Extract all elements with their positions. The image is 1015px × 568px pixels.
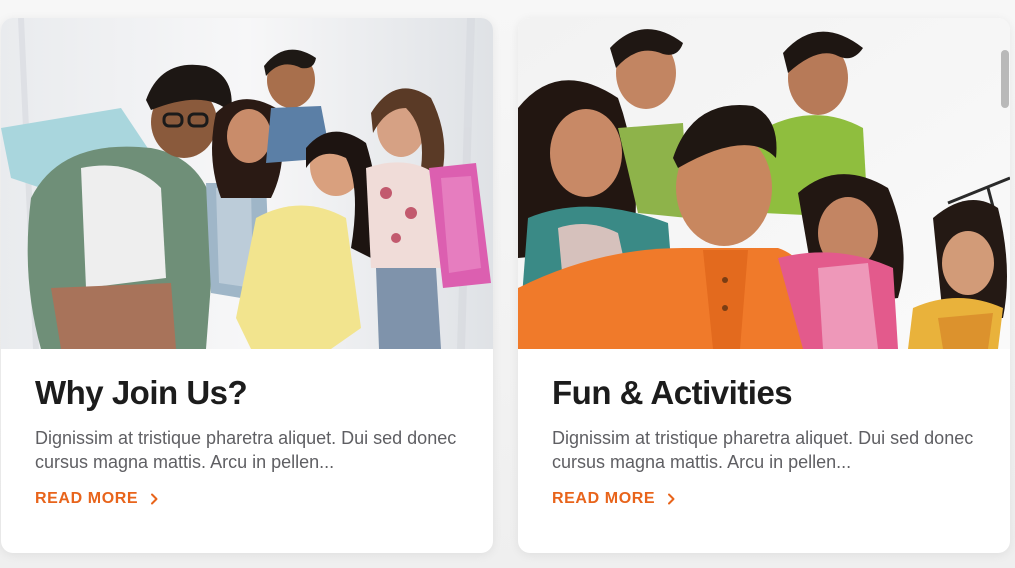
vertical-scrollbar[interactable] [1001,50,1009,112]
card-description: Dignissim at tristique pharetra aliquet.… [35,428,457,472]
card-image-group-photo[interactable] [1,18,493,349]
scrollbar-thumb[interactable] [1001,50,1009,108]
read-more-link[interactable]: READ MORE [552,490,677,508]
card-title: Why Join Us? [35,374,248,411]
read-more-link[interactable]: READ MORE [35,490,160,508]
chevron-right-icon [151,493,158,505]
card-why-join-us[interactable]: Why Join Us? Dignissim at tristique phar… [1,18,493,553]
card-fun-activities[interactable]: Fun & Activities Dignissim at tristique … [518,18,1010,553]
card-title: Fun & Activities [552,374,793,411]
card-description: Dignissim at tristique pharetra aliquet.… [552,428,974,472]
page: Why Join Us? Dignissim at tristique phar… [0,0,1015,568]
read-more-label: READ MORE [552,490,656,507]
read-more-label: READ MORE [35,490,139,507]
card-image-selfie-photo[interactable] [518,18,1010,349]
chevron-right-icon [668,493,675,505]
